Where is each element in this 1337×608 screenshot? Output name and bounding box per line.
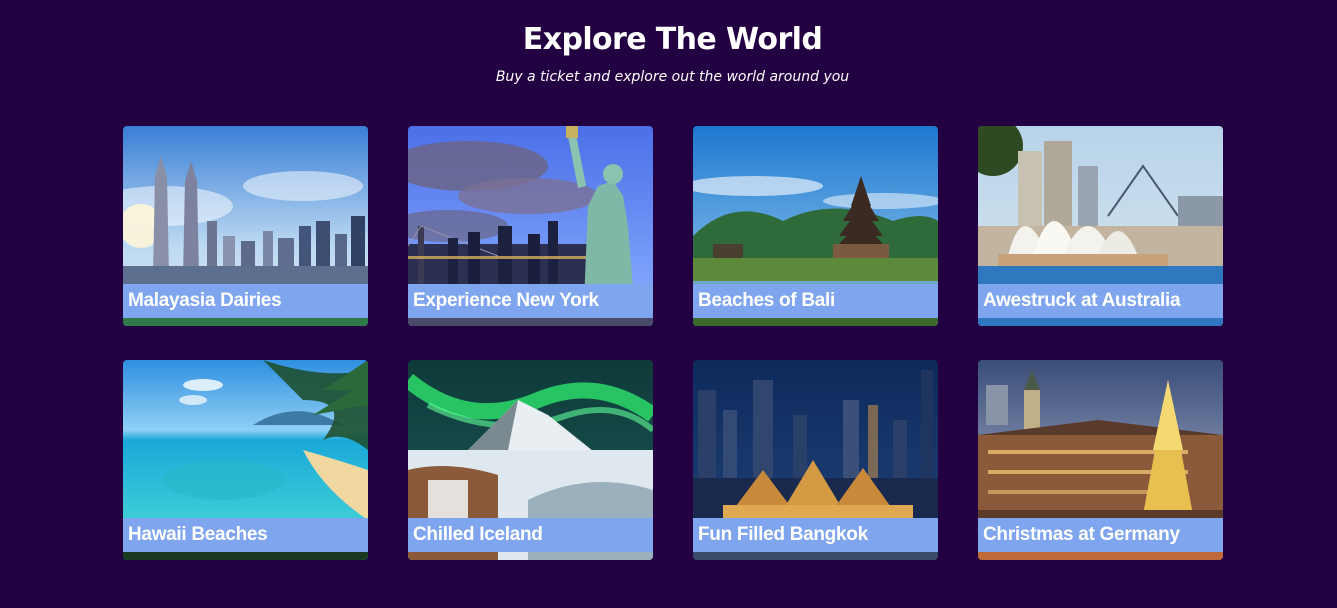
page-subtitle: Buy a ticket and explore out the world a… — [495, 69, 850, 85]
destination-card-bali[interactable]: Beaches of Bali — [693, 126, 938, 326]
destination-label: Christmas at Germany — [978, 518, 1223, 552]
destination-label: Experience New York — [408, 284, 653, 318]
destination-card-australia[interactable]: Awestruck at Australia — [978, 126, 1223, 326]
page-title: Explore The World — [522, 22, 823, 57]
destination-card-malaysia[interactable]: Malayasia Dairies — [123, 126, 368, 326]
destination-card-hawaii[interactable]: Hawaii Beaches — [123, 360, 368, 560]
destination-label: Beaches of Bali — [693, 284, 938, 318]
destination-card-new-york[interactable]: Experience New York — [408, 126, 653, 326]
destination-card-iceland[interactable]: Chilled Iceland — [408, 360, 653, 560]
page: Explore The World Buy a ticket and explo… — [0, 0, 1337, 608]
destination-label: Awestruck at Australia — [978, 284, 1223, 318]
destination-card-germany[interactable]: Christmas at Germany — [978, 360, 1223, 560]
destination-label: Hawaii Beaches — [123, 518, 368, 552]
destination-label: Fun Filled Bangkok — [693, 518, 938, 552]
destination-card-bangkok[interactable]: Fun Filled Bangkok — [693, 360, 938, 560]
destination-label: Chilled Iceland — [408, 518, 653, 552]
destination-label: Malayasia Dairies — [123, 284, 368, 318]
destination-grid: Malayasia Dairies Experience New York Be… — [123, 126, 1223, 560]
